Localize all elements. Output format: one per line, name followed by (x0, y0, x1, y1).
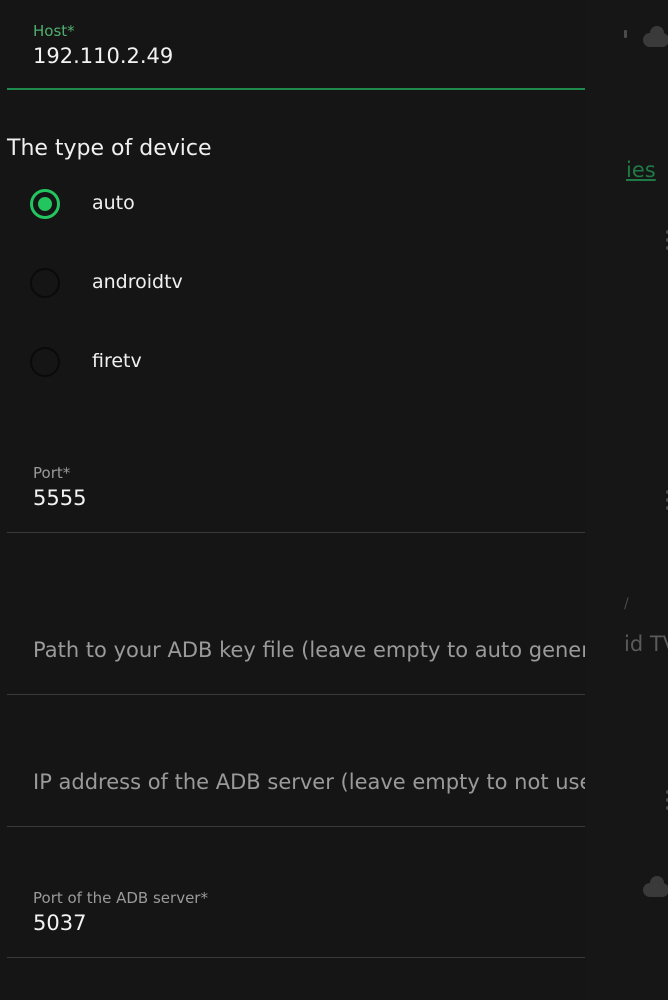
radio-unchecked-icon[interactable] (30, 268, 60, 298)
adb-server-ip-field[interactable]: IP address of the ADB server (leave empt… (7, 740, 585, 830)
background-link[interactable]: ies (626, 158, 656, 182)
adb-key-field[interactable]: Path to your ADB key file (leave empty t… (7, 600, 585, 698)
app-screen: ies / id TV Host* 192.110.2.49 The type … (0, 0, 668, 1000)
host-field[interactable]: Host* 192.110.2.49 (7, 0, 585, 92)
cloud-icon (643, 876, 668, 897)
adb-server-port-field[interactable]: Port of the ADB server* 5037 (7, 880, 585, 960)
port-field[interactable]: Port* 5555 (7, 455, 585, 535)
radio-unchecked-icon[interactable] (30, 347, 60, 377)
device-type-title: The type of device (7, 136, 212, 161)
adb-server-port-label: Port of the ADB server* (33, 889, 208, 907)
port-input[interactable]: 5555 (33, 486, 86, 510)
host-label: Host* (33, 22, 75, 40)
background-mark (624, 30, 627, 38)
port-label: Port* (33, 464, 71, 482)
port-underline (7, 532, 585, 533)
adb-server-ip-underline (7, 826, 585, 827)
radio-checked-icon[interactable] (30, 189, 60, 219)
adb-key-input[interactable]: Path to your ADB key file (leave empty t… (33, 638, 585, 662)
adb-key-underline (7, 694, 585, 695)
adb-server-port-input[interactable]: 5037 (33, 911, 86, 935)
adb-server-port-underline (7, 957, 585, 958)
config-dialog: Host* 192.110.2.49 The type of device au… (0, 0, 586, 1000)
radio-label-auto: auto (92, 192, 135, 214)
adb-server-ip-input[interactable]: IP address of the ADB server (leave empt… (33, 770, 585, 794)
radio-option-androidtv[interactable]: androidtv (30, 265, 430, 305)
radio-option-firetv[interactable]: firetv (30, 344, 430, 384)
background-page: ies / id TV (586, 0, 668, 1000)
cloud-icon (643, 26, 668, 47)
radio-option-auto[interactable]: auto (30, 186, 430, 226)
background-mark-text: / (624, 596, 629, 612)
radio-label-firetv: firetv (92, 350, 142, 372)
background-text: id TV (624, 632, 668, 656)
radio-label-androidtv: androidtv (92, 271, 183, 293)
host-underline (7, 88, 585, 90)
host-input[interactable]: 192.110.2.49 (33, 44, 173, 68)
